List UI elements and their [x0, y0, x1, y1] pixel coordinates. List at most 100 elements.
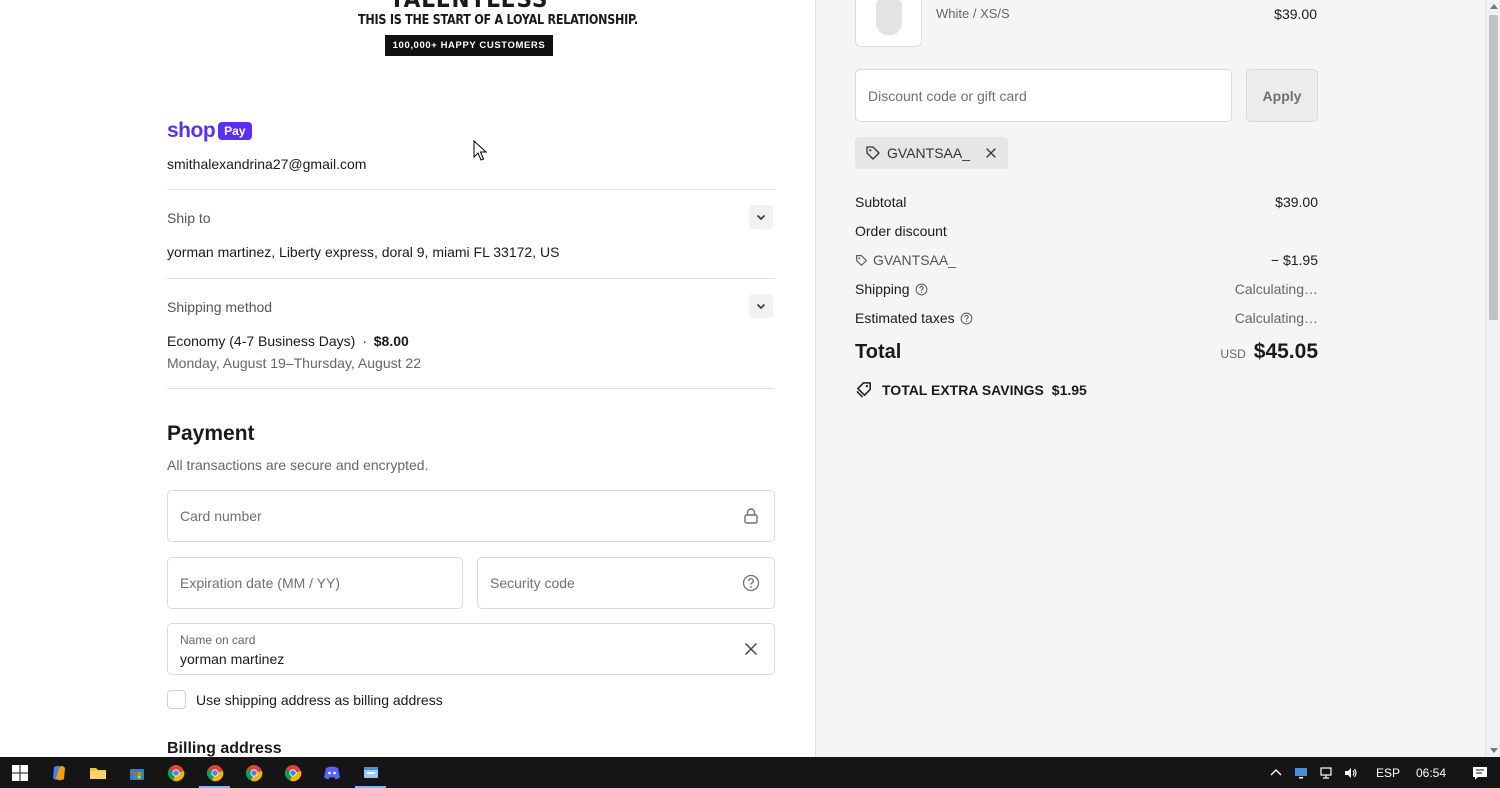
help-circle-icon[interactable]	[742, 574, 760, 592]
show-hidden-icons[interactable]	[1264, 766, 1289, 780]
expiration-date-input[interactable]	[180, 558, 416, 608]
taskbar-chrome-1[interactable]	[156, 757, 195, 788]
remove-discount-icon[interactable]	[984, 146, 998, 160]
discount-code-input[interactable]	[868, 70, 1208, 121]
tray-app-icon[interactable]	[1289, 766, 1314, 780]
taskbar-chrome-2[interactable]	[195, 757, 234, 788]
billing-same-checkbox[interactable]	[167, 690, 186, 709]
store-logo[interactable]: TALENTLESS	[353, 0, 585, 11]
shipping-method-price: $8.00	[373, 333, 409, 349]
scrollbar-thumb[interactable]	[1489, 15, 1498, 320]
ship-to-label: Ship to	[167, 210, 211, 226]
divider	[167, 278, 775, 279]
security-code-input[interactable]	[490, 558, 727, 608]
windows-taskbar: ESP 06:54	[0, 757, 1500, 788]
clear-icon[interactable]	[742, 640, 760, 658]
checkout-main: TALENTLESS THIS IS THE START OF A LOYAL …	[0, 0, 815, 757]
shipping-value: Calculating…	[1234, 281, 1318, 297]
tray-volume[interactable]	[1339, 766, 1364, 780]
taskbar-app-window[interactable]	[351, 757, 390, 788]
monitor-app-icon	[1295, 767, 1308, 778]
expiration-date-field	[167, 557, 463, 609]
apply-discount-button[interactable]: Apply	[1246, 69, 1318, 122]
start-button[interactable]	[0, 757, 39, 788]
product-variant: White / XS/S	[936, 6, 1010, 21]
discount-code-line: GVANTSAA_	[855, 252, 956, 268]
subtotal-label: Subtotal	[855, 194, 907, 210]
order-summary: White / XS/S $39.00 Apply GVANTSAA_ Subt…	[815, 0, 1485, 757]
chevron-down-icon	[756, 214, 766, 221]
windows-logo-icon	[11, 764, 28, 781]
name-on-card-label: Name on card	[180, 633, 256, 647]
discount-code-field	[855, 69, 1232, 122]
page-scrollbar[interactable]	[1485, 0, 1500, 757]
store-header: TALENTLESS THIS IS THE START OF A LOYAL …	[340, 0, 638, 56]
taskbar-clock[interactable]: 06:54	[1412, 766, 1460, 780]
shop-pay-shop-text: shop	[167, 119, 216, 142]
ship-to-address: yorman martinez, Liberty express, doral …	[167, 244, 560, 260]
card-number-input[interactable]	[180, 491, 665, 541]
contact-email: smithalexandrina27@gmail.com	[167, 156, 367, 172]
tray-network[interactable]	[1314, 766, 1339, 780]
taxes-label-group: Estimated taxes	[855, 310, 973, 326]
total-amount: USD $45.05	[1220, 340, 1318, 364]
scroll-up-icon[interactable]	[1490, 4, 1498, 9]
app-window-icon	[363, 766, 378, 778]
product-line-price: $39.00	[1274, 6, 1317, 22]
chevron-down-icon	[756, 303, 766, 310]
shipping-method-name: Economy (4-7 Business Days)	[167, 333, 356, 349]
ship-to-toggle-button[interactable]	[749, 205, 773, 229]
order-discount-label: Order discount	[855, 223, 947, 239]
help-circle-icon[interactable]	[915, 283, 928, 296]
shipping-label-group: Shipping	[855, 281, 928, 297]
billing-same-as-shipping[interactable]: Use shipping address as billing address	[167, 690, 443, 709]
savings-value: $1.95	[1051, 381, 1087, 398]
name-on-card-field[interactable]: Name on card yorman martinez	[167, 623, 775, 675]
taskbar-copilot[interactable]	[39, 757, 78, 788]
notification-center[interactable]	[1460, 757, 1500, 788]
total-label: Total	[855, 341, 902, 363]
taxes-value: Calculating…	[1234, 310, 1318, 326]
store-icon	[129, 768, 144, 780]
shipping-method-dates: Monday, August 19–Thursday, August 22	[167, 355, 421, 371]
notification-icon	[1473, 766, 1487, 779]
total-savings: TOTAL EXTRA SAVINGS $1.95	[855, 380, 1087, 399]
tag-icon	[856, 254, 867, 266]
help-circle-icon[interactable]	[960, 312, 973, 325]
applied-discount-code: GVANTSAA_	[887, 145, 970, 161]
lock-icon	[744, 508, 758, 524]
subtotal-value: $39.00	[1275, 194, 1318, 210]
total-row: Total USD $45.05	[855, 340, 1318, 364]
savings-tag-icon	[856, 382, 871, 398]
security-code-field	[477, 557, 775, 609]
divider	[167, 189, 775, 190]
taskbar-file-explorer[interactable]	[78, 757, 117, 788]
order-discount-row: Order discount	[855, 223, 1318, 239]
shop-pay-pay-badge: Pay	[218, 122, 252, 140]
folder-icon	[89, 767, 106, 779]
scroll-down-icon[interactable]	[1490, 748, 1498, 753]
copilot-icon	[52, 765, 65, 780]
chrome-icon	[284, 764, 301, 781]
taxes-row: Estimated taxes Calculating…	[855, 310, 1318, 326]
divider	[167, 388, 775, 389]
total-currency: USD	[1220, 347, 1246, 361]
shipping-row: Shipping Calculating…	[855, 281, 1318, 297]
taskbar-chrome-3[interactable]	[234, 757, 273, 788]
taskbar-chrome-4[interactable]	[273, 757, 312, 788]
shipping-method-toggle-button[interactable]	[749, 294, 773, 318]
discount-amount: − $1.95	[1270, 252, 1318, 268]
taskbar-store[interactable]	[117, 757, 156, 788]
card-number-field	[167, 490, 775, 542]
name-on-card-value[interactable]: yorman martinez	[180, 651, 284, 667]
taskbar-discord[interactable]	[312, 757, 351, 788]
payment-subtitle: All transactions are secure and encrypte…	[167, 457, 429, 473]
chrome-icon	[167, 764, 184, 781]
chrome-icon	[206, 764, 223, 781]
tag-icon	[866, 146, 880, 160]
shipping-label: Shipping	[855, 281, 910, 297]
savings-label: TOTAL EXTRA SAVINGS	[882, 381, 1044, 398]
shipping-method-summary: Economy (4-7 Business Days) · $8.00	[167, 333, 409, 349]
payment-title: Payment	[167, 422, 255, 445]
input-language[interactable]: ESP	[1364, 766, 1412, 780]
